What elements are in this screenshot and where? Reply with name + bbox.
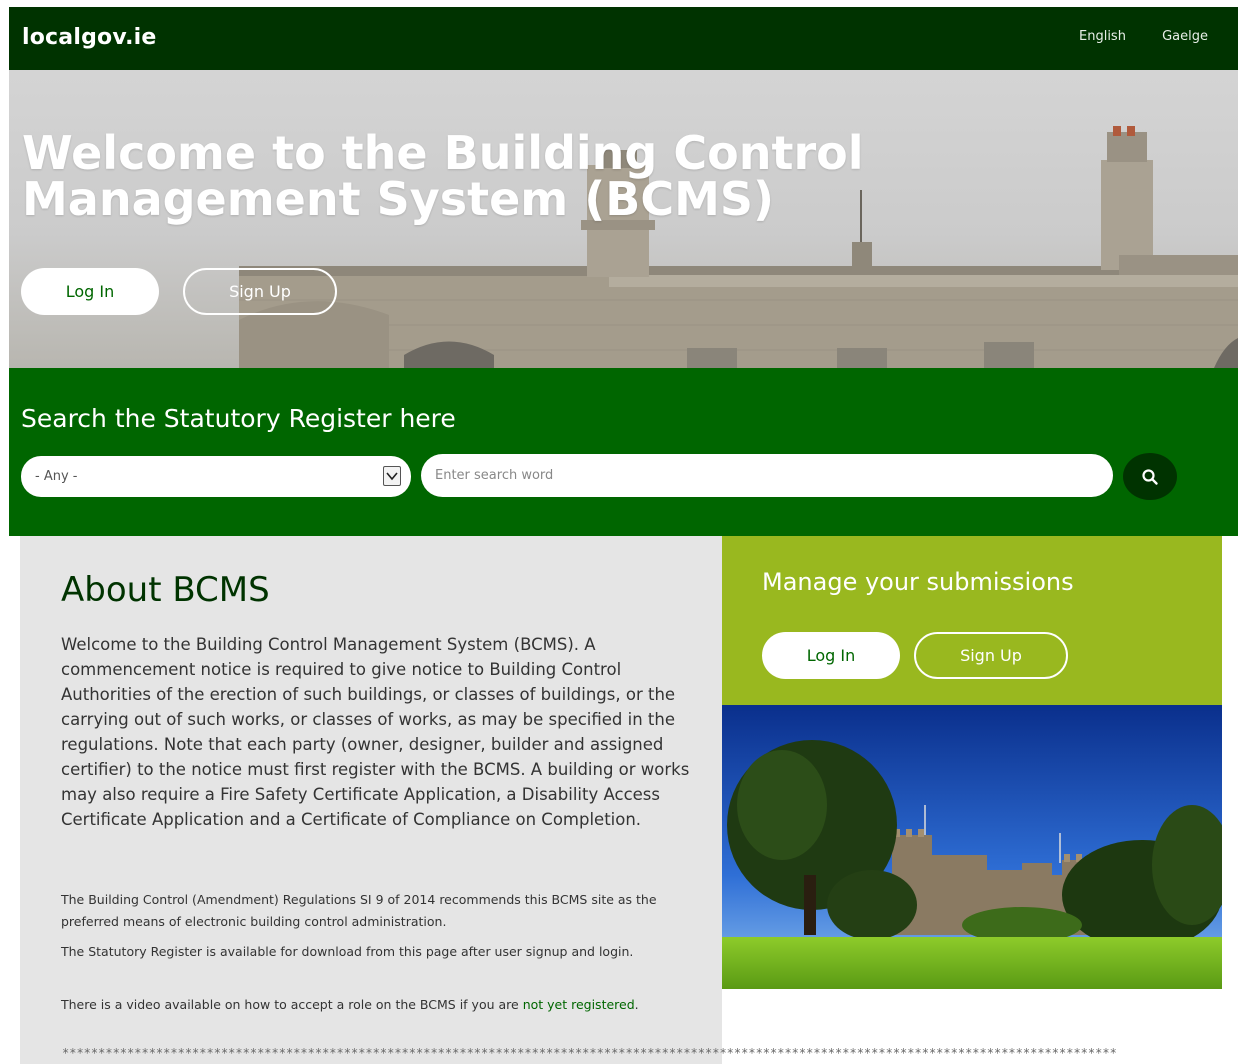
about-bcms-panel: About BCMS Welcome to the Building Contr…	[20, 536, 722, 1064]
register-type-select[interactable]: - Any -	[21, 456, 411, 497]
video-text-start: There is a video available on how to acc…	[61, 997, 523, 1012]
manage-signup-button[interactable]: Sign Up	[914, 632, 1068, 679]
chevron-down-icon[interactable]	[383, 466, 401, 486]
language-switcher: English Gaelge	[1047, 29, 1208, 44]
search-button[interactable]	[1123, 453, 1177, 500]
about-register-text: The Statutory Register is available for …	[61, 944, 634, 959]
video-text-end: .	[634, 997, 639, 1012]
divider-stars: ****************************************…	[62, 1046, 1117, 1060]
hero-banner: Welcome to the Building Control Manageme…	[9, 70, 1238, 368]
about-video-text: There is a video available on how to acc…	[61, 994, 681, 1016]
hero-login-button[interactable]: Log In	[21, 268, 159, 315]
manage-submissions-panel: Manage your submissions Log In Sign Up	[722, 536, 1222, 705]
top-navigation-bar: localgov.ie English Gaelge	[9, 7, 1238, 70]
search-section-title: Search the Statutory Register here	[21, 404, 456, 433]
search-register-section: Search the Statutory Register here - Any…	[9, 368, 1238, 536]
manage-heading: Manage your submissions	[762, 568, 1074, 596]
about-heading: About BCMS	[61, 570, 270, 610]
about-regulations-text: The Building Control (Amendment) Regulat…	[61, 892, 657, 929]
manage-login-button[interactable]: Log In	[762, 632, 900, 679]
language-gaeilge-link[interactable]: Gaelge	[1162, 29, 1208, 44]
hero-title: Welcome to the Building Control Manageme…	[22, 126, 864, 226]
hero-signup-button[interactable]: Sign Up	[183, 268, 337, 315]
search-input[interactable]	[421, 454, 1113, 497]
select-value: - Any -	[35, 469, 78, 484]
not-registered-link[interactable]: not yet registered	[523, 997, 635, 1012]
castle-photo	[722, 705, 1222, 989]
site-brand-link[interactable]: localgov.ie	[22, 25, 157, 50]
about-lead-text: Welcome to the Building Control Manageme…	[61, 635, 690, 829]
language-english-link[interactable]: English	[1079, 29, 1126, 44]
search-icon	[1142, 468, 1158, 485]
